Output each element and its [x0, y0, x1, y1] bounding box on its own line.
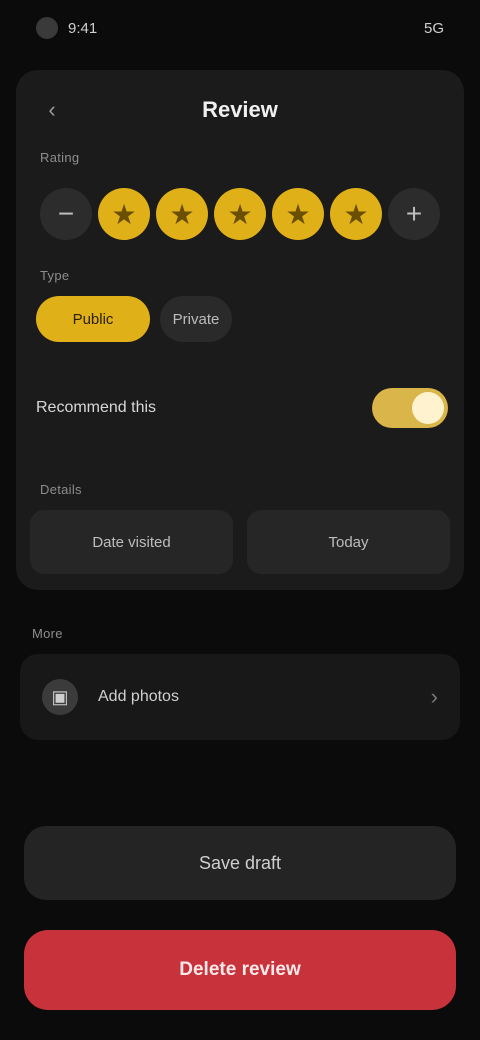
star-icon: ★ — [169, 198, 195, 230]
rating-label: Rating — [40, 150, 80, 165]
toggle-knob — [412, 392, 444, 424]
delete-review-button[interactable]: Delete review — [24, 930, 456, 1010]
status-bar: 9:41 5G — [0, 0, 480, 56]
type-label: Type — [40, 268, 70, 283]
chevron-left-icon: ‹ — [48, 97, 56, 122]
star-icon: ★ — [111, 198, 137, 230]
more-label: More — [32, 626, 63, 641]
type-segmented-control: Public Private — [36, 296, 232, 342]
segment-public[interactable]: Public — [36, 296, 150, 342]
star-icon: ★ — [343, 198, 369, 230]
details-fields: Date visited Today — [30, 510, 450, 574]
save-draft-button[interactable]: Save draft — [24, 826, 456, 900]
network-indicator: 5G — [423, 19, 444, 37]
star-5[interactable]: ★ — [330, 188, 382, 240]
photo-icon: ▣ — [42, 679, 78, 715]
date-value-field[interactable]: Today — [247, 510, 450, 574]
rating-stepper: − ★ ★ ★ ★ ★ + — [40, 182, 440, 246]
details-label: Details — [40, 482, 82, 497]
plus-icon: + — [405, 198, 423, 229]
star-3[interactable]: ★ — [214, 188, 266, 240]
segment-private[interactable]: Private — [160, 296, 232, 342]
decrease-rating-button[interactable]: − — [40, 188, 92, 240]
star-2[interactable]: ★ — [156, 188, 208, 240]
app-icon — [36, 17, 58, 39]
recommend-row: Recommend this — [36, 382, 448, 434]
recommend-label: Recommend this — [36, 399, 157, 416]
add-photos-label: Add photos — [98, 688, 179, 705]
status-left: 9:41 — [36, 17, 97, 39]
star-icon: ★ — [285, 198, 311, 230]
date-visited-field[interactable]: Date visited — [30, 510, 233, 574]
star-4[interactable]: ★ — [272, 188, 324, 240]
status-right: 5G — [424, 20, 444, 37]
recommend-toggle[interactable] — [372, 388, 448, 428]
increase-rating-button[interactable]: + — [388, 188, 440, 240]
chevron-right-icon: › — [430, 684, 438, 709]
header: ‹ Review — [16, 80, 464, 140]
status-time: 9:41 — [68, 19, 98, 37]
star-icon: ★ — [227, 198, 253, 230]
minus-icon: − — [57, 198, 75, 229]
star-rating: ★ ★ ★ ★ ★ — [98, 188, 382, 240]
back-button[interactable]: ‹ — [36, 96, 68, 124]
star-1[interactable]: ★ — [98, 188, 150, 240]
page-title: Review — [202, 97, 278, 122]
add-photos-row[interactable]: ▣ Add photos › — [20, 654, 460, 740]
